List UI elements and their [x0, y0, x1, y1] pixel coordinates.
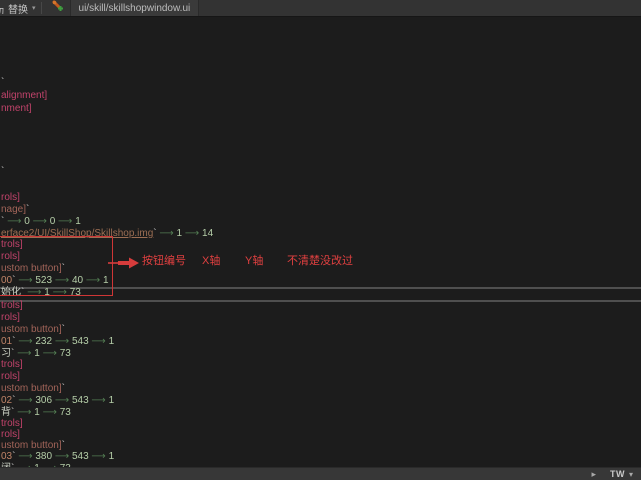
code-line: ` ⟶ 0 ⟶ 0 ⟶ 1 — [1, 216, 81, 228]
code-line: ustom button]` — [1, 324, 65, 336]
language-indicator[interactable]: TW — [610, 468, 625, 480]
toolbar-separator — [41, 2, 42, 14]
chevron-down-icon[interactable]: ▾ — [629, 468, 633, 480]
horizontal-rule-line — [0, 287, 641, 289]
chevron-down-icon[interactable]: ▾ — [32, 4, 36, 12]
code-line: alignment] — [1, 90, 47, 102]
code-line: nage]` — [1, 204, 29, 216]
editor-window: 切 替换 ▾ ui/skill/skillshopwindow.ui `alig… — [0, 0, 641, 480]
code-line: rols] — [1, 251, 20, 263]
code-line: 01` ⟶ 232 ⟶ 543 ⟶ 1 — [1, 336, 114, 348]
tab-file[interactable]: ui/skill/skillshopwindow.ui — [70, 0, 200, 16]
tab-file-path: ui/skill/skillshopwindow.ui — [79, 3, 191, 14]
code-line: 00` ⟶ 523 ⟶ 40 ⟶ 1 — [1, 275, 109, 287]
clipped-text-fragment: 切 — [0, 3, 7, 14]
code-line: rols] — [1, 312, 20, 324]
code-line: nment] — [1, 103, 32, 115]
code-line: erface2/UI/SkillShop/Skillshop.img` ⟶ 1 … — [1, 228, 213, 240]
code-line: trols] — [1, 300, 23, 312]
code-line: rols] — [1, 371, 20, 383]
code-line: ustom button]` — [1, 263, 65, 275]
expand-icon[interactable]: ▸ — [591, 468, 596, 480]
status-bar: ▸ TW ▾ — [0, 467, 641, 480]
code-line: ` — [1, 77, 4, 89]
code-line: trols] — [1, 359, 23, 371]
add-icon[interactable] — [51, 0, 64, 17]
top-toolbar: 切 替换 ▾ ui/skill/skillshopwindow.ui — [0, 0, 641, 17]
code-line: ustom button]` — [1, 383, 65, 395]
code-line: 始化` ⟶ 1 ⟶ 73 — [1, 287, 81, 299]
horizontal-rule-line — [0, 300, 641, 302]
code-line: 02` ⟶ 306 ⟶ 543 ⟶ 1 — [1, 395, 114, 407]
code-line: rols] — [1, 192, 20, 204]
editor-content[interactable]: `alignment]nment]`rols]nage]`` ⟶ 0 ⟶ 0 ⟶… — [0, 17, 641, 467]
code-line: ` — [1, 166, 4, 178]
replace-tool-button[interactable]: 替换 — [8, 1, 28, 16]
code-line: trols] — [1, 239, 23, 251]
code-line: 03` ⟶ 380 ⟶ 543 ⟶ 1 — [1, 451, 114, 463]
